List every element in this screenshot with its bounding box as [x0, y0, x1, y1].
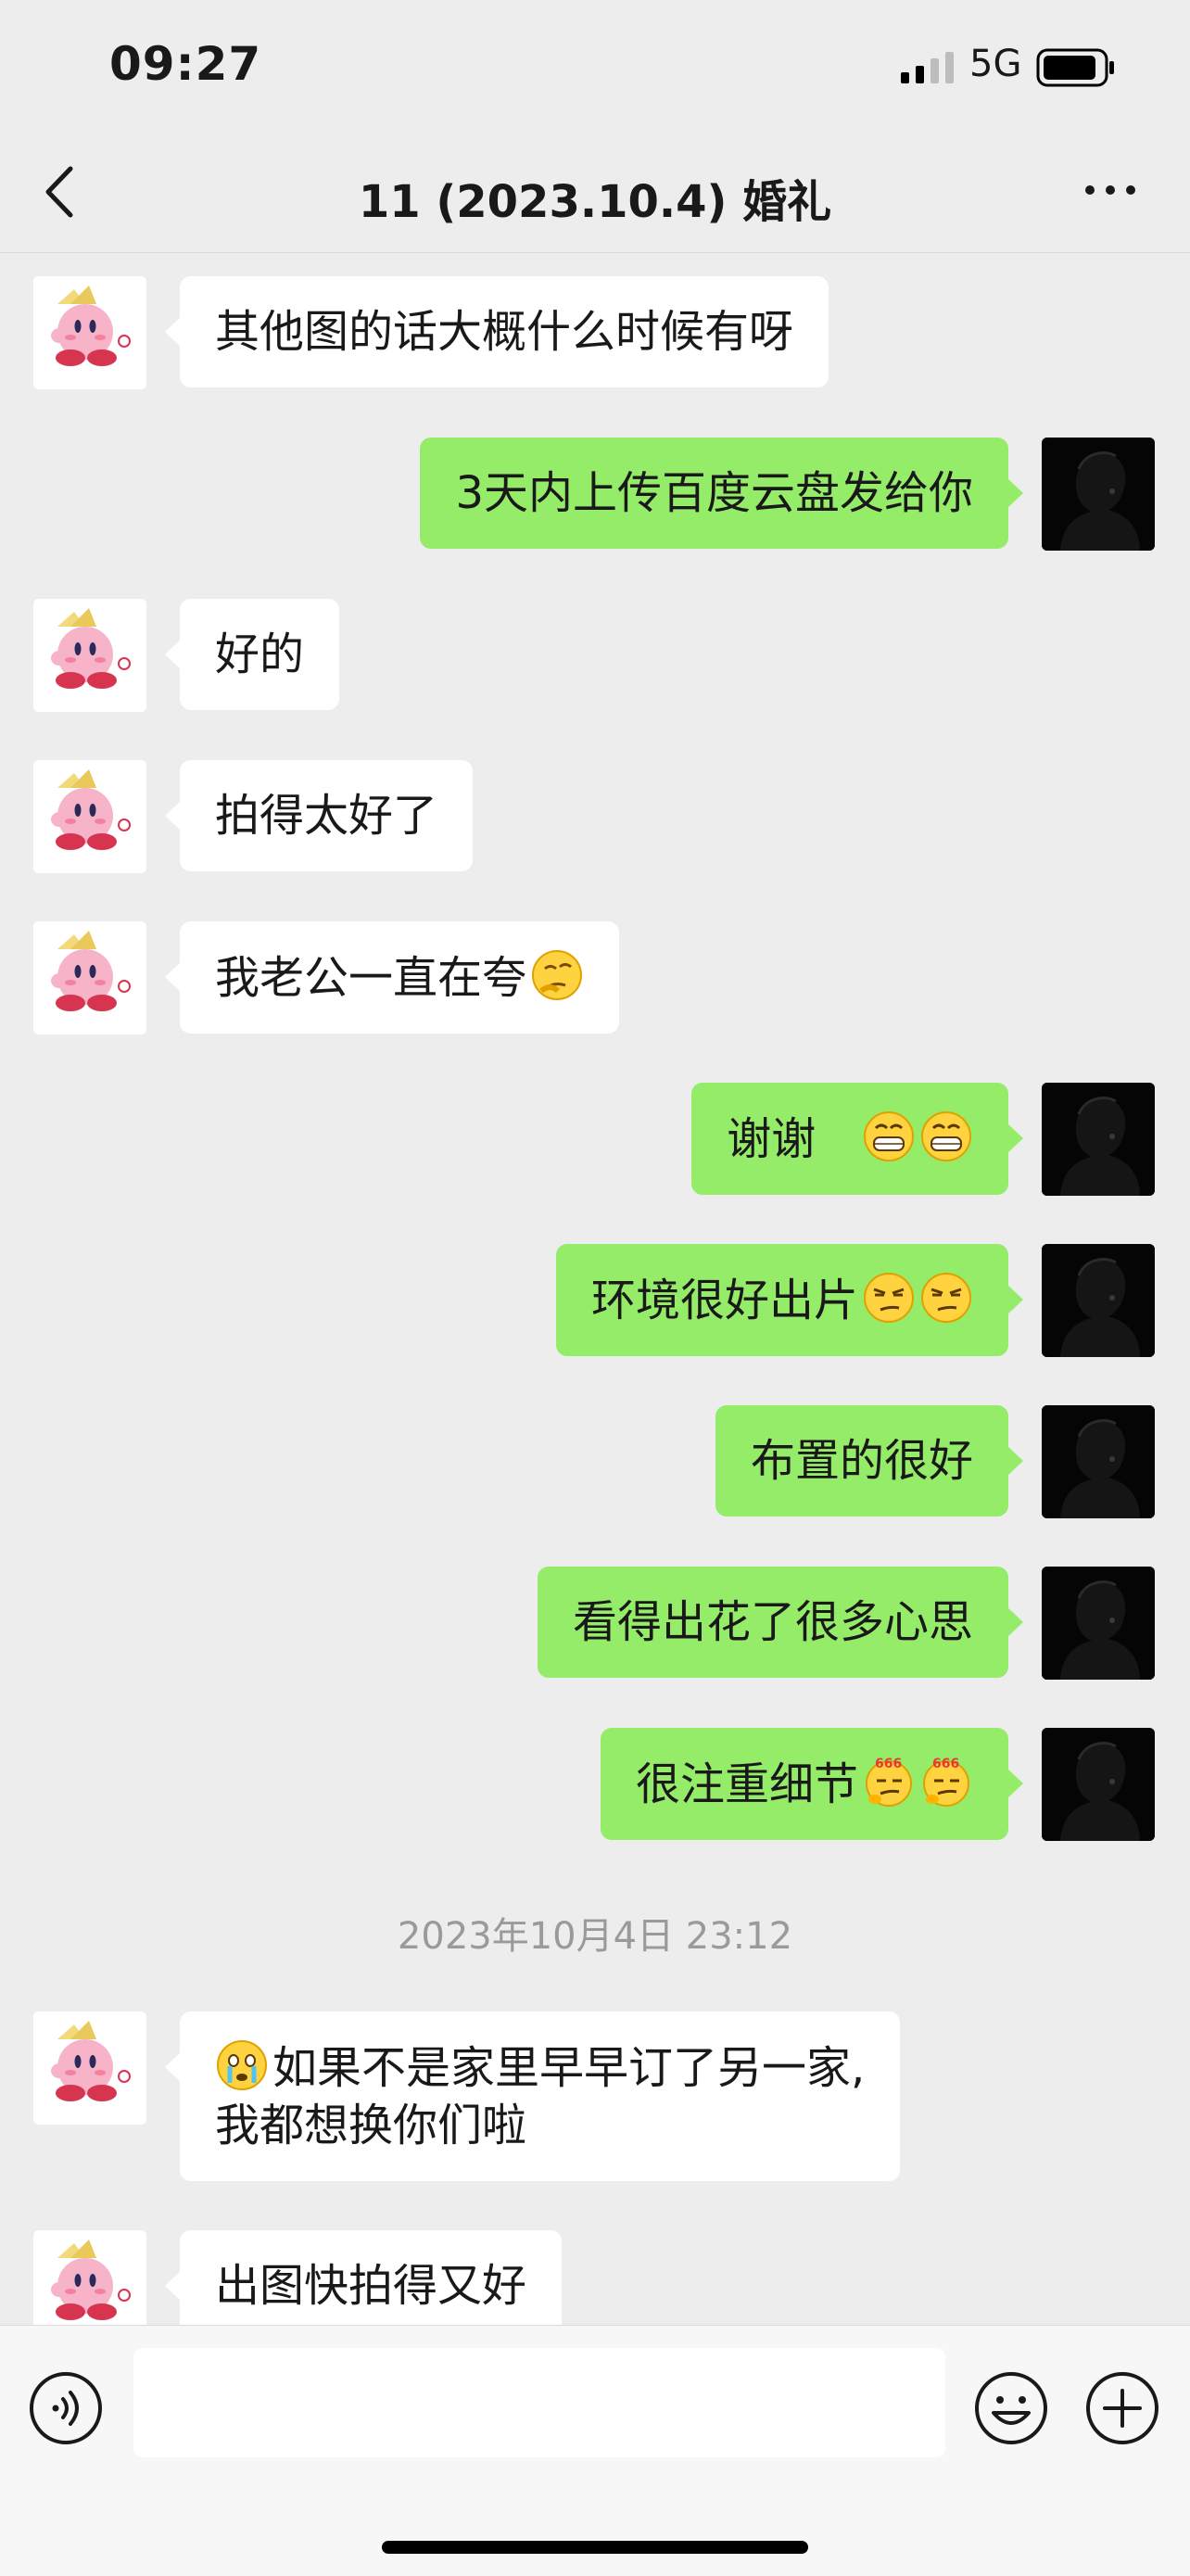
- 666-face-emoji-icon: [922, 1755, 970, 1808]
- network-type: 5G: [969, 43, 1022, 85]
- chat-header: 11 (2023.10.4) 婚礼: [0, 139, 1190, 253]
- input-bar: [0, 2325, 1190, 2576]
- incoming-message[interactable]: 我老公一直在夸: [164, 921, 620, 1034]
- incoming-message[interactable]: 如果不是家里早早订了另一家, 我都想换你们啦: [164, 2011, 901, 2181]
- message-text: 出图快拍得又好: [215, 2260, 527, 2312]
- contact-avatar[interactable]: [33, 760, 146, 873]
- message-text: 3天内上传百度云盘发给你: [455, 467, 973, 519]
- message-text: 好的: [215, 628, 305, 680]
- incoming-message[interactable]: 其他图的话大概什么时候有呀: [164, 276, 829, 387]
- smirking-face-emoji-icon: [920, 1272, 972, 1324]
- outgoing-message[interactable]: 3天内上传百度云盘发给你: [420, 438, 1023, 549]
- home-indicator: [382, 2541, 808, 2554]
- battery-icon: [1036, 48, 1114, 87]
- contact-avatar[interactable]: [33, 599, 146, 712]
- my-avatar[interactable]: [1042, 438, 1155, 551]
- my-avatar[interactable]: [1042, 1405, 1155, 1518]
- message-text: 谢谢: [727, 1113, 830, 1165]
- outgoing-message[interactable]: 谢谢: [691, 1083, 1023, 1195]
- message-text: 我老公一直在夸: [215, 952, 527, 1004]
- outgoing-message[interactable]: 布置的很好: [715, 1405, 1024, 1516]
- message-text: 看得出花了很多心思: [572, 1596, 973, 1648]
- more-options-icon[interactable]: [1082, 176, 1138, 204]
- incoming-message[interactable]: 出图快拍得又好: [164, 2230, 563, 2325]
- status-time: 09:27: [109, 37, 262, 91]
- contact-avatar[interactable]: [33, 2011, 146, 2125]
- message-text: 很注重细节: [635, 1758, 858, 1810]
- 666-face-emoji-icon: [865, 1755, 913, 1808]
- add-attachment-icon[interactable]: [1084, 2370, 1160, 2446]
- grinning-face-emoji-icon: [863, 1110, 915, 1162]
- message-text: 环境很好出片: [590, 1275, 858, 1326]
- grinning-face-emoji-icon: [920, 1110, 972, 1162]
- message-text: 拍得太好了: [215, 790, 438, 842]
- contact-avatar[interactable]: [33, 2230, 146, 2325]
- status-bar: 09:27 5G: [0, 0, 1190, 139]
- message-line: 我都想换你们啦: [215, 2100, 527, 2151]
- message-input[interactable]: [133, 2348, 945, 2457]
- contact-avatar[interactable]: [33, 276, 146, 389]
- crying-face-emoji-icon: [215, 2038, 269, 2092]
- message-line: 如果不是家里早早订了另一家,: [215, 2038, 865, 2097]
- message-text: 布置的很好: [750, 1435, 973, 1487]
- smirking-face-emoji-icon: [863, 1272, 915, 1324]
- incoming-message[interactable]: 拍得太好了: [164, 760, 474, 871]
- my-avatar[interactable]: [1042, 1083, 1155, 1196]
- message-text: 其他图的话大概什么时候有呀: [215, 306, 794, 358]
- incoming-message[interactable]: 好的: [164, 599, 340, 710]
- outgoing-message[interactable]: 很注重细节: [600, 1728, 1024, 1840]
- message-timestamp: 2023年10月4日 23:12: [397, 1915, 793, 1958]
- my-avatar[interactable]: [1042, 1567, 1155, 1680]
- message-list[interactable]: 其他图的话大概什么时候有呀 3天内上传百度云盘发给你 好的 拍得太好了 我老公一…: [0, 252, 1190, 2325]
- chat-title: 11 (2023.10.4) 婚礼: [358, 176, 832, 228]
- my-avatar[interactable]: [1042, 1728, 1155, 1841]
- my-avatar[interactable]: [1042, 1244, 1155, 1357]
- contact-avatar[interactable]: [33, 921, 146, 1034]
- outgoing-message[interactable]: 环境很好出片: [555, 1244, 1024, 1356]
- thinking-face-emoji-icon: [530, 948, 584, 1002]
- cellular-signal-icon: [901, 52, 954, 83]
- outgoing-message[interactable]: 看得出花了很多心思: [537, 1567, 1024, 1678]
- emoji-picker-icon[interactable]: [973, 2370, 1049, 2446]
- message-text: 如果不是家里早早订了另一家,: [272, 2042, 866, 2094]
- voice-input-icon[interactable]: [28, 2370, 104, 2446]
